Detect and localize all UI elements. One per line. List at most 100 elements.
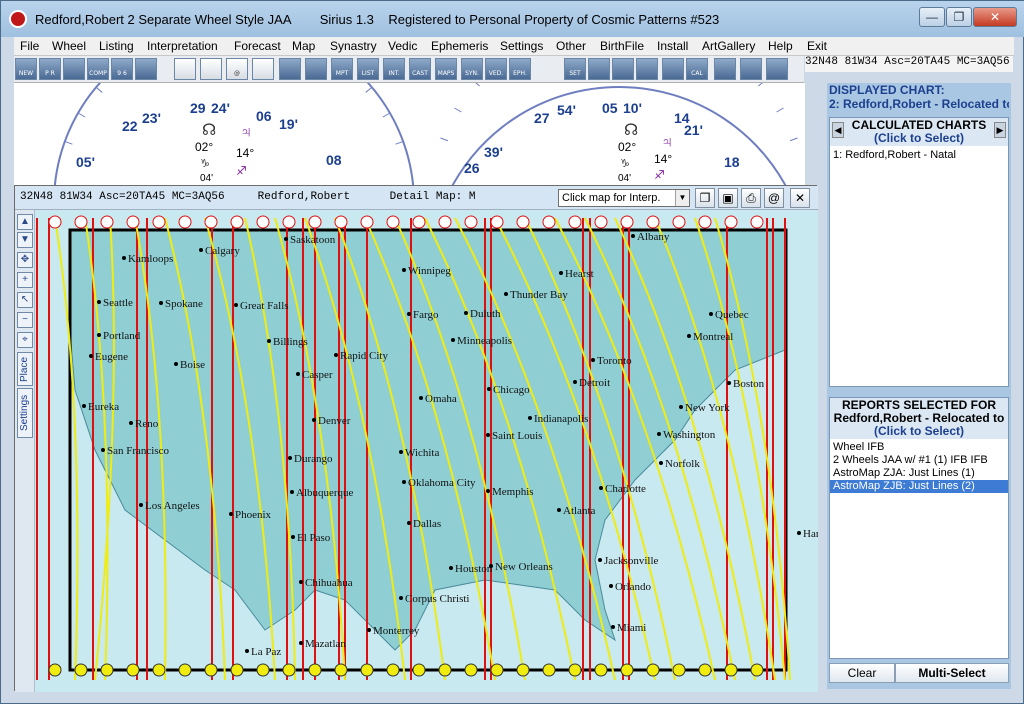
planet-marker[interactable] — [698, 215, 712, 229]
planet-marker[interactable] — [464, 663, 478, 677]
astro-map[interactable]: Kamloops Calgary Saskatoon Winnipeg Seattle S… — [15, 210, 818, 692]
planet-marker[interactable] — [308, 663, 322, 677]
planet-marker[interactable] — [204, 663, 218, 677]
planet-marker[interactable] — [74, 663, 88, 677]
copy-icon[interactable]: ❐ — [695, 188, 715, 208]
toolbar-button[interactable] — [252, 58, 274, 80]
toolbar-button[interactable]: CAL — [686, 58, 708, 80]
planet-marker[interactable] — [594, 215, 608, 229]
planet-marker[interactable] — [152, 215, 166, 229]
pan-down-icon[interactable]: ▼ — [17, 232, 33, 248]
clear-button[interactable]: Clear — [829, 663, 895, 683]
planet-marker[interactable] — [672, 663, 686, 677]
planet-marker[interactable] — [152, 663, 166, 677]
toolbar-button[interactable] — [588, 58, 610, 80]
menu-ephemeris[interactable]: Ephemeris — [431, 39, 488, 53]
menu-file[interactable]: File — [20, 39, 39, 53]
toolbar-button[interactable] — [766, 58, 788, 80]
chevron-down-icon[interactable]: ▼ — [675, 190, 689, 206]
report-item[interactable]: AstroMap ZJA: Just Lines (1) — [830, 467, 1008, 480]
planet-marker[interactable] — [620, 663, 634, 677]
planet-marker[interactable] — [646, 663, 660, 677]
menu-birthfile[interactable]: BirthFile — [600, 39, 644, 53]
pan-move-icon[interactable]: ✥ — [17, 252, 33, 268]
menu-settings[interactable]: Settings — [500, 39, 543, 53]
planet-marker[interactable] — [568, 663, 582, 677]
planet-marker[interactable] — [412, 663, 426, 677]
zoom-in-icon[interactable]: + — [17, 272, 33, 288]
planet-marker[interactable] — [178, 215, 192, 229]
zoom-out-icon[interactable]: − — [17, 312, 33, 328]
toolbar-button[interactable] — [714, 58, 736, 80]
toolbar-button[interactable]: VED. — [485, 58, 507, 80]
planet-marker[interactable] — [724, 663, 738, 677]
menu-vedic[interactable]: Vedic — [388, 39, 417, 53]
toolbar-button[interactable] — [279, 58, 301, 80]
toolbar-button[interactable]: 9 6 — [111, 58, 133, 80]
report-item-selected[interactable]: AstroMap ZJB: Just Lines (2) — [830, 480, 1008, 493]
planet-marker[interactable] — [620, 215, 634, 229]
prev-arrow-icon[interactable]: ◀ — [832, 122, 844, 138]
report-item[interactable]: Wheel IFB — [830, 441, 1008, 454]
planet-marker[interactable] — [516, 663, 530, 677]
planet-marker[interactable] — [360, 215, 374, 229]
toolbar-button[interactable] — [662, 58, 684, 80]
planet-marker[interactable] — [750, 215, 764, 229]
menu-other[interactable]: Other — [556, 39, 586, 53]
planet-marker[interactable] — [490, 663, 504, 677]
planet-marker[interactable] — [542, 215, 556, 229]
title-bar[interactable]: Redford,Robert 2 Separate Wheel Style JA… — [1, 1, 1024, 37]
planet-marker[interactable] — [178, 663, 192, 677]
toolbar-button[interactable] — [612, 58, 634, 80]
toolbar-button[interactable] — [740, 58, 762, 80]
toolbar-button[interactable]: MAPS — [435, 58, 457, 80]
pointer-icon[interactable]: ↖ — [17, 292, 33, 308]
toolbar-button[interactable]: CAST — [409, 58, 431, 80]
calculated-charts-header[interactable]: CALCULATED CHARTS (Click to Select) ◀ ▶ — [830, 118, 1008, 146]
menu-map[interactable]: Map — [292, 39, 315, 53]
planet-marker[interactable] — [386, 215, 400, 229]
toolbar-button[interactable]: INT. — [383, 58, 405, 80]
close-button[interactable]: ✕ — [973, 7, 1017, 27]
planet-marker[interactable] — [542, 663, 556, 677]
planet-marker[interactable] — [126, 215, 140, 229]
menu-listing[interactable]: Listing — [99, 39, 134, 53]
planet-marker[interactable] — [230, 663, 244, 677]
menu-exit[interactable]: Exit — [807, 39, 827, 53]
toolbar-button[interactable]: COMP — [87, 58, 109, 80]
toolbar-button[interactable]: SYN. — [461, 58, 483, 80]
planet-marker[interactable] — [724, 215, 738, 229]
planet-marker[interactable] — [490, 215, 504, 229]
reports-header[interactable]: REPORTS SELECTED FOR Redford,Robert - Re… — [830, 398, 1008, 439]
close-map-icon[interactable]: ✕ — [790, 188, 810, 208]
toolbar-button[interactable] — [63, 58, 85, 80]
planet-marker[interactable] — [516, 215, 530, 229]
toolbar-button[interactable]: MPT — [331, 58, 353, 80]
planet-marker[interactable] — [126, 663, 140, 677]
toolbar-button[interactable]: SET — [564, 58, 586, 80]
toolbar-button[interactable]: EPH. — [509, 58, 531, 80]
planet-marker[interactable] — [438, 663, 452, 677]
planet-marker[interactable] — [386, 663, 400, 677]
menu-wheel[interactable]: Wheel — [52, 39, 86, 53]
pin-icon[interactable]: ⌖ — [17, 332, 33, 348]
next-arrow-icon[interactable]: ▶ — [994, 122, 1006, 138]
calculated-chart-item[interactable]: 1: Redford,Robert - Natal — [830, 149, 1008, 162]
menu-artgallery[interactable]: ArtGallery — [702, 39, 755, 53]
planet-marker[interactable] — [282, 663, 296, 677]
planet-marker[interactable] — [48, 663, 62, 677]
interp-dropdown[interactable]: Click map for Interp. ▼ — [558, 189, 690, 207]
toolbar-button[interactable] — [174, 58, 196, 80]
planet-marker[interactable] — [48, 215, 62, 229]
toolbar-button[interactable]: NEW — [15, 58, 37, 80]
planet-marker[interactable] — [360, 663, 374, 677]
planet-marker[interactable] — [100, 215, 114, 229]
planet-marker[interactable] — [256, 215, 270, 229]
settings-tab[interactable]: Settings — [17, 388, 33, 438]
planet-marker[interactable] — [334, 215, 348, 229]
planet-marker[interactable] — [646, 215, 660, 229]
menu-interpretation[interactable]: Interpretation — [147, 39, 218, 53]
toolbar-button[interactable] — [636, 58, 658, 80]
report-item[interactable]: 2 Wheels JAA w/ #1 (1) IFB IFB — [830, 454, 1008, 467]
planet-marker[interactable] — [308, 215, 322, 229]
